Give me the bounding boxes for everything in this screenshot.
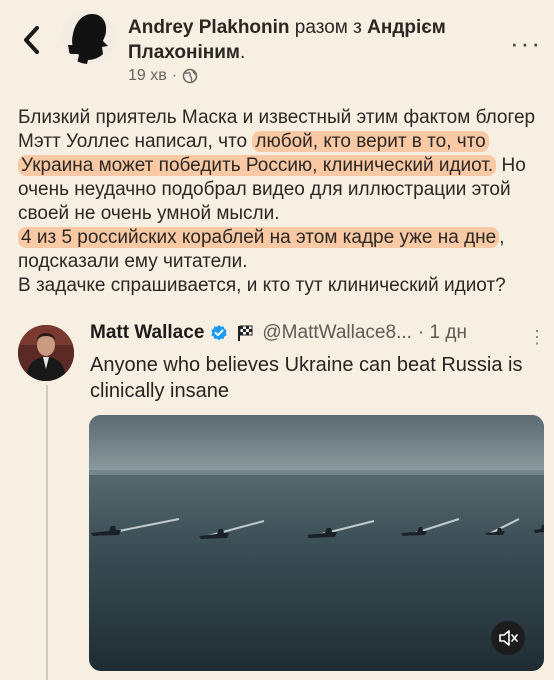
post-paragraph: Близкий приятель Маска и известный этим … bbox=[18, 106, 543, 298]
meta-dot: · bbox=[171, 67, 178, 84]
text-segment: В задачке спрашивается, и кто тут клинич… bbox=[18, 275, 506, 296]
quote-more-icon[interactable]: ⋮ bbox=[528, 327, 546, 348]
post-body: Близкий приятель Маска и известный этим … bbox=[18, 106, 543, 298]
quote-handle[interactable]: @MattWallace8... bbox=[262, 322, 412, 344]
speaker-muted-icon bbox=[499, 630, 518, 646]
highlighted-text: 4 из 5 российских кораблей на этом кадре… bbox=[18, 227, 500, 248]
flag-emoji-icon bbox=[238, 325, 253, 341]
author-avatar[interactable] bbox=[62, 10, 116, 64]
quote-avatar[interactable] bbox=[18, 325, 74, 381]
quote-author-name[interactable]: Matt Wallace bbox=[90, 322, 204, 344]
author-name[interactable]: Andrey Plakhonin bbox=[128, 17, 290, 38]
post-time[interactable]: 19 хв bbox=[128, 67, 167, 85]
silhouette-logo-icon bbox=[62, 10, 116, 64]
with-text: разом з bbox=[289, 17, 368, 38]
quote-header: Matt Wallace @MattWallace8... · 1 дн bbox=[90, 322, 545, 344]
thread-line bbox=[46, 385, 48, 680]
warships-sea-image bbox=[89, 415, 544, 671]
person-photo-icon bbox=[18, 325, 74, 381]
post-meta: 19 хв · bbox=[128, 67, 198, 85]
quote-time[interactable]: · 1 дн bbox=[418, 322, 467, 344]
mute-button[interactable] bbox=[491, 621, 525, 655]
quoted-post[interactable]: Matt Wallace @MattWallace8... · 1 дн ⋮ A… bbox=[0, 315, 554, 680]
quote-text: Anyone who believes Ukraine can beat Rus… bbox=[90, 354, 523, 402]
verified-badge-icon bbox=[211, 325, 228, 341]
more-options-icon[interactable]: ··· bbox=[510, 28, 542, 59]
post-header: Andrey Plakhonin разом з Андрієм Плахоні… bbox=[0, 0, 554, 95]
author-line: Andrey Plakhonin разом з Андрієм Плахоні… bbox=[128, 15, 488, 65]
globe-icon bbox=[182, 68, 198, 84]
co-author-suffix: . bbox=[239, 42, 246, 63]
back-chevron-icon[interactable] bbox=[18, 22, 46, 58]
video-thumbnail[interactable] bbox=[89, 415, 544, 671]
